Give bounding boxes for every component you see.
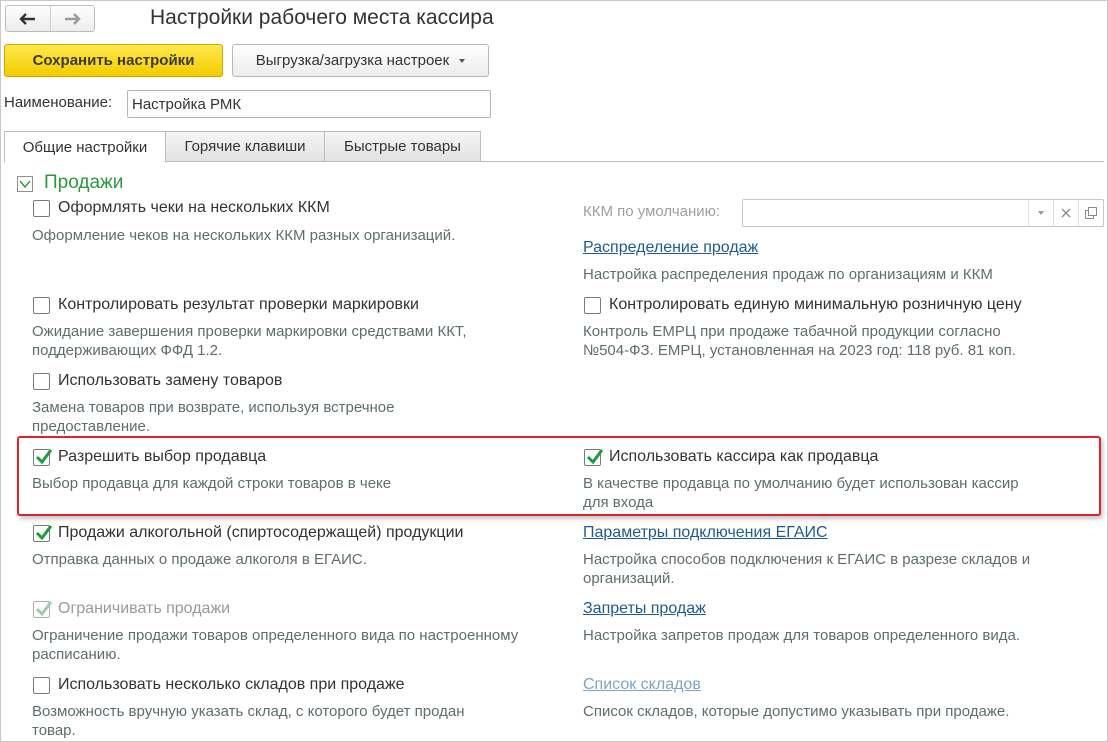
limit-sales-desc-2: расписанию.: [32, 646, 121, 663]
multi-kkm-desc: Оформление чеков на нескольких ККМ разны…: [32, 227, 456, 244]
alcohol-desc: Отправка данных о продаже алкоголя в ЕГА…: [32, 551, 367, 568]
tab-hotkeys-label: Горячие клавиши: [184, 138, 306, 155]
kkm-open-button[interactable]: [1078, 200, 1103, 226]
alcohol-label: Продажи алкогольной (спиртосодержащей) п…: [58, 524, 464, 541]
checkmark-icon: [35, 601, 53, 617]
checkbox-limit-sales[interactable]: [33, 601, 53, 618]
multi-warehouses-desc-1: Возможность вручную указать склад, с кот…: [32, 703, 465, 720]
save-settings-button[interactable]: Сохранить настройки: [4, 44, 223, 77]
sales-bans-link[interactable]: Запреты продаж: [583, 600, 706, 618]
export-import-button[interactable]: Выгрузка/загрузка настроек: [232, 44, 489, 77]
egais-params-desc-1: Настройка способов подключения к ЕГАИС в…: [583, 551, 1031, 568]
checkmark-icon: [35, 525, 53, 541]
name-label: Наименование:: [4, 94, 113, 111]
checkbox-replace-goods[interactable]: [33, 373, 50, 390]
arrow-right-icon: [65, 12, 81, 25]
kkm-dropdown-button[interactable]: [1028, 200, 1053, 226]
close-icon: [1061, 208, 1071, 218]
multi-warehouses-label: Использовать несколько складов при прода…: [58, 676, 405, 693]
save-settings-label: Сохранить настройки: [32, 52, 195, 69]
egais-params-link[interactable]: Параметры подключения ЕГАИС: [583, 524, 828, 542]
tab-hotkeys[interactable]: Горячие клавиши: [165, 131, 325, 162]
group-collapse-toggle[interactable]: [17, 176, 33, 192]
export-import-label: Выгрузка/загрузка настроек: [255, 52, 450, 69]
sales-distribution-link[interactable]: Распределение продаж: [583, 239, 758, 257]
group-title: Продажи: [44, 172, 124, 193]
kkm-default-label: ККМ по умолчанию:: [583, 203, 721, 220]
arrow-left-icon: [19, 12, 35, 25]
name-input[interactable]: [127, 90, 491, 118]
multi-warehouses-desc-2: товар.: [32, 722, 76, 739]
open-form-icon: [1085, 207, 1097, 219]
marking-check-label: Контролировать результат проверки маркир…: [58, 296, 419, 313]
checkbox-multi-warehouses[interactable]: [33, 677, 50, 694]
tab-general-label: Общие настройки: [22, 138, 148, 156]
checkbox-alcohol[interactable]: [33, 525, 53, 542]
page-title: Настройки рабочего места кассира: [150, 6, 494, 29]
replace-goods-desc-2: предоставление.: [32, 418, 151, 435]
min-price-desc-1: Контроль ЕМРЦ при продаже табачной проду…: [583, 323, 1001, 340]
warehouse-list-desc: Список складов, которые допустимо указыв…: [583, 703, 1010, 720]
replace-goods-label: Использовать замену товаров: [58, 372, 283, 389]
tab-general[interactable]: Общие настройки: [4, 131, 166, 163]
egais-params-desc-2: организаций.: [583, 570, 675, 587]
back-button[interactable]: [6, 6, 50, 31]
multi-kkm-label: Оформлять чеки на нескольких ККМ: [58, 199, 330, 216]
kkm-default-field[interactable]: [742, 199, 1104, 227]
checkbox-marking-check[interactable]: [33, 297, 50, 314]
marking-check-desc-2: поддерживающих ФФД 1.2.: [32, 342, 223, 359]
sales-distribution-desc: Настройка распределения продаж по органи…: [583, 266, 993, 283]
min-price-label: Контролировать единую минимальную рознич…: [609, 296, 1022, 313]
nav-buttons: [5, 5, 95, 32]
limit-sales-desc-1: Ограничение продажи товаров определенног…: [32, 627, 519, 644]
tab-quick-goods[interactable]: Быстрые товары: [324, 131, 481, 162]
sales-bans-desc: Настройка запретов продаж для товаров оп…: [583, 627, 1020, 644]
highlight-frame: [17, 436, 1101, 516]
chevron-down-icon: [19, 180, 31, 189]
kkm-clear-button[interactable]: [1053, 200, 1078, 226]
checkbox-multi-kkm[interactable]: [33, 200, 50, 217]
chevron-down-icon: [1038, 211, 1044, 215]
tab-quick-goods-label: Быстрые товары: [344, 138, 461, 155]
checkbox-min-price[interactable]: [584, 297, 601, 314]
limit-sales-label: Ограничивать продажи: [58, 600, 231, 617]
min-price-desc-2: №504-ФЗ. ЕМРЦ, установленная на 2023 год…: [583, 342, 1016, 359]
chevron-down-icon: [459, 58, 466, 63]
warehouse-list-link[interactable]: Список складов: [583, 676, 701, 694]
replace-goods-desc-1: Замена товаров при возврате, используя в…: [32, 399, 395, 416]
forward-button[interactable]: [49, 6, 95, 31]
marking-check-desc-1: Ожидание завершения проверки маркировки …: [32, 323, 467, 340]
